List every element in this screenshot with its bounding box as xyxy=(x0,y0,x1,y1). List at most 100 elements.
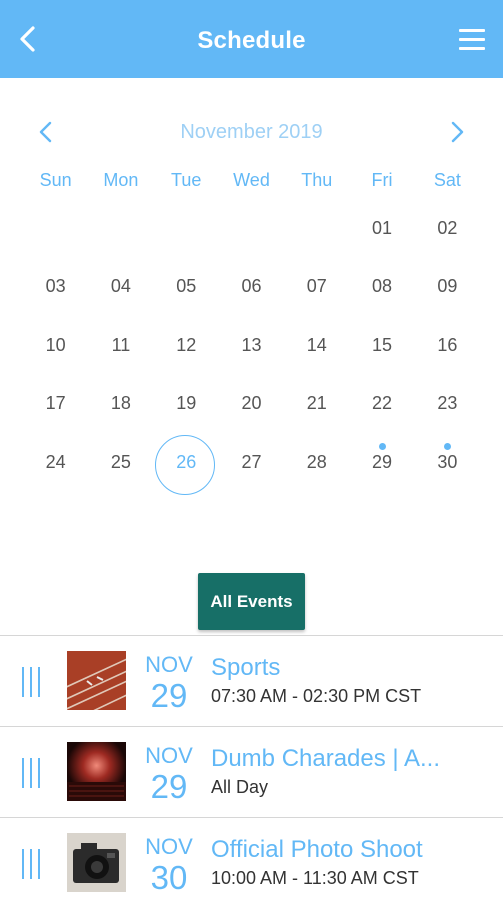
calendar-day-04[interactable]: 04 xyxy=(88,258,153,316)
calendar-day-number: 28 xyxy=(306,451,327,472)
calendar-day-number: 06 xyxy=(241,276,262,297)
calendar-day-number: 03 xyxy=(45,276,66,297)
calendar-day-23[interactable]: 23 xyxy=(415,375,480,433)
calendar-day-03[interactable]: 03 xyxy=(23,258,88,316)
calendar-day-08[interactable]: 08 xyxy=(349,258,414,316)
calendar-week-row: 03 04 05 06 07 08 09 xyxy=(23,258,480,316)
calendar-grid: 01 02 03 04 05 06 07 08 09 10 11 12 13 14 15 16 17 18 19 20… xyxy=(23,200,480,495)
calendar-day-number: 07 xyxy=(306,276,327,297)
calendar-navigation: November 2019 xyxy=(0,110,503,154)
calendar-day-number: 21 xyxy=(306,393,327,414)
calendar-day-17[interactable]: 17 xyxy=(23,375,88,433)
calendar-day-24[interactable]: 24 xyxy=(23,434,88,492)
drag-handle-icon[interactable] xyxy=(22,667,46,697)
calendar-day-01[interactable]: 01 xyxy=(349,200,414,258)
calendar-day-05[interactable]: 05 xyxy=(154,258,219,316)
calendar-day-07[interactable]: 07 xyxy=(284,258,349,316)
calendar-day-number: 13 xyxy=(241,334,262,355)
event-time: All Day xyxy=(211,777,269,797)
drag-handle-icon[interactable] xyxy=(22,758,46,788)
calendar-day-13[interactable]: 13 xyxy=(219,317,284,375)
event-item-photo-shoot[interactable]: NOV 30 Official Photo Shoot 10:00 AM - 1… xyxy=(0,817,503,906)
calendar-day-number: 08 xyxy=(372,276,393,297)
calendar-day-number: 24 xyxy=(45,451,66,472)
calendar-day-10[interactable]: 10 xyxy=(23,317,88,375)
calendar-day-26[interactable]: 26 xyxy=(154,434,219,495)
calendar-day-number: 05 xyxy=(176,276,197,297)
calendar-day-29[interactable]: 29 xyxy=(349,434,414,492)
calendar-week-row: 24 25 26 27 28 29 30 xyxy=(23,434,480,495)
event-item-dumb-charades[interactable]: NOV 29 Dumb Charades | A... All Day xyxy=(0,726,503,817)
event-list: NOV 29 Sports 07:30 AM - 02:30 PM CST NO… xyxy=(0,635,503,906)
calendar-day-25[interactable]: 25 xyxy=(88,434,153,492)
calendar-day-02[interactable]: 02 xyxy=(415,200,480,258)
calendar-day-06[interactable]: 06 xyxy=(219,258,284,316)
event-item-sports[interactable]: NOV 29 Sports 07:30 AM - 02:30 PM CST xyxy=(0,635,503,726)
event-month: NOV xyxy=(145,743,193,768)
next-month-icon[interactable] xyxy=(447,120,467,144)
calendar-day-number: 22 xyxy=(372,393,393,414)
event-month: NOV xyxy=(145,834,193,859)
calendar-day-28[interactable]: 28 xyxy=(284,434,349,492)
calendar-day-number: 30 xyxy=(437,451,458,472)
calendar-day-number: 19 xyxy=(176,393,197,414)
weekday-label: Fri xyxy=(371,170,393,190)
calendar-empty-cell xyxy=(88,200,153,258)
calendar-day-number: 23 xyxy=(437,393,458,414)
calendar-day-20[interactable]: 20 xyxy=(219,375,284,433)
calendar-day-09[interactable]: 09 xyxy=(415,258,480,316)
page-title: Schedule xyxy=(197,27,306,54)
drag-handle-icon[interactable] xyxy=(22,849,46,879)
weekday-label: Wed xyxy=(233,170,270,190)
calendar-day-21[interactable]: 21 xyxy=(284,375,349,433)
calendar-day-14[interactable]: 14 xyxy=(284,317,349,375)
calendar-day-number: 20 xyxy=(241,393,262,414)
weekday-label: Sun xyxy=(39,170,72,190)
calendar-day-22[interactable]: 22 xyxy=(349,375,414,433)
weekday-label: Thu xyxy=(301,170,333,190)
calendar-day-number: 27 xyxy=(241,451,262,472)
calendar-empty-cell xyxy=(219,200,284,258)
weekday-label: Mon xyxy=(103,170,139,190)
all-events-button[interactable]: All Events xyxy=(198,573,305,630)
month-label: November 2019 xyxy=(180,121,323,143)
calendar-empty-cell xyxy=(23,200,88,258)
hamburger-menu-icon[interactable] xyxy=(459,29,485,51)
event-day: 29 xyxy=(150,677,188,714)
running-track-image xyxy=(67,651,126,710)
calendar-day-number: 25 xyxy=(110,451,131,472)
calendar-day-16[interactable]: 16 xyxy=(415,317,480,375)
event-time: 07:30 AM - 02:30 PM CST xyxy=(211,686,422,706)
event-month: NOV xyxy=(145,652,193,677)
calendar-day-number: 11 xyxy=(111,334,131,355)
calendar-day-number: 01 xyxy=(372,218,393,238)
event-title: Sports xyxy=(211,654,281,681)
event-indicator-dot xyxy=(378,442,386,450)
app-header: Schedule xyxy=(0,0,503,78)
calendar-day-30[interactable]: 30 xyxy=(415,434,480,492)
calendar-day-number: 04 xyxy=(110,276,131,297)
event-title: Dumb Charades | A... xyxy=(211,745,441,772)
calendar-week-row: 10 11 12 13 14 15 16 xyxy=(23,317,480,375)
calendar-day-number: 16 xyxy=(437,334,458,355)
theater-stage-image xyxy=(67,742,126,801)
calendar-day-number: 17 xyxy=(45,393,66,414)
weekday-label: Sat xyxy=(433,170,461,190)
event-day: 30 xyxy=(150,859,188,896)
calendar-week-row: 17 18 19 20 21 22 23 xyxy=(23,375,480,433)
event-indicator-dot xyxy=(443,442,451,450)
weekday-label: Tue xyxy=(171,170,202,190)
calendar-day-11[interactable]: 11 xyxy=(88,317,153,375)
calendar-day-number: 09 xyxy=(437,276,458,297)
event-title: Official Photo Shoot xyxy=(211,836,423,863)
calendar-day-number: 02 xyxy=(437,218,458,238)
calendar-day-number: 10 xyxy=(45,334,66,355)
calendar-day-number: 15 xyxy=(372,334,393,355)
calendar-day-19[interactable]: 19 xyxy=(154,375,219,433)
calendar-day-15[interactable]: 15 xyxy=(349,317,414,375)
calendar-day-number: 18 xyxy=(110,393,131,414)
calendar-day-12[interactable]: 12 xyxy=(154,317,219,375)
calendar-day-18[interactable]: 18 xyxy=(88,375,153,433)
calendar-day-27[interactable]: 27 xyxy=(219,434,284,492)
calendar-week-row: 01 02 xyxy=(23,200,480,258)
